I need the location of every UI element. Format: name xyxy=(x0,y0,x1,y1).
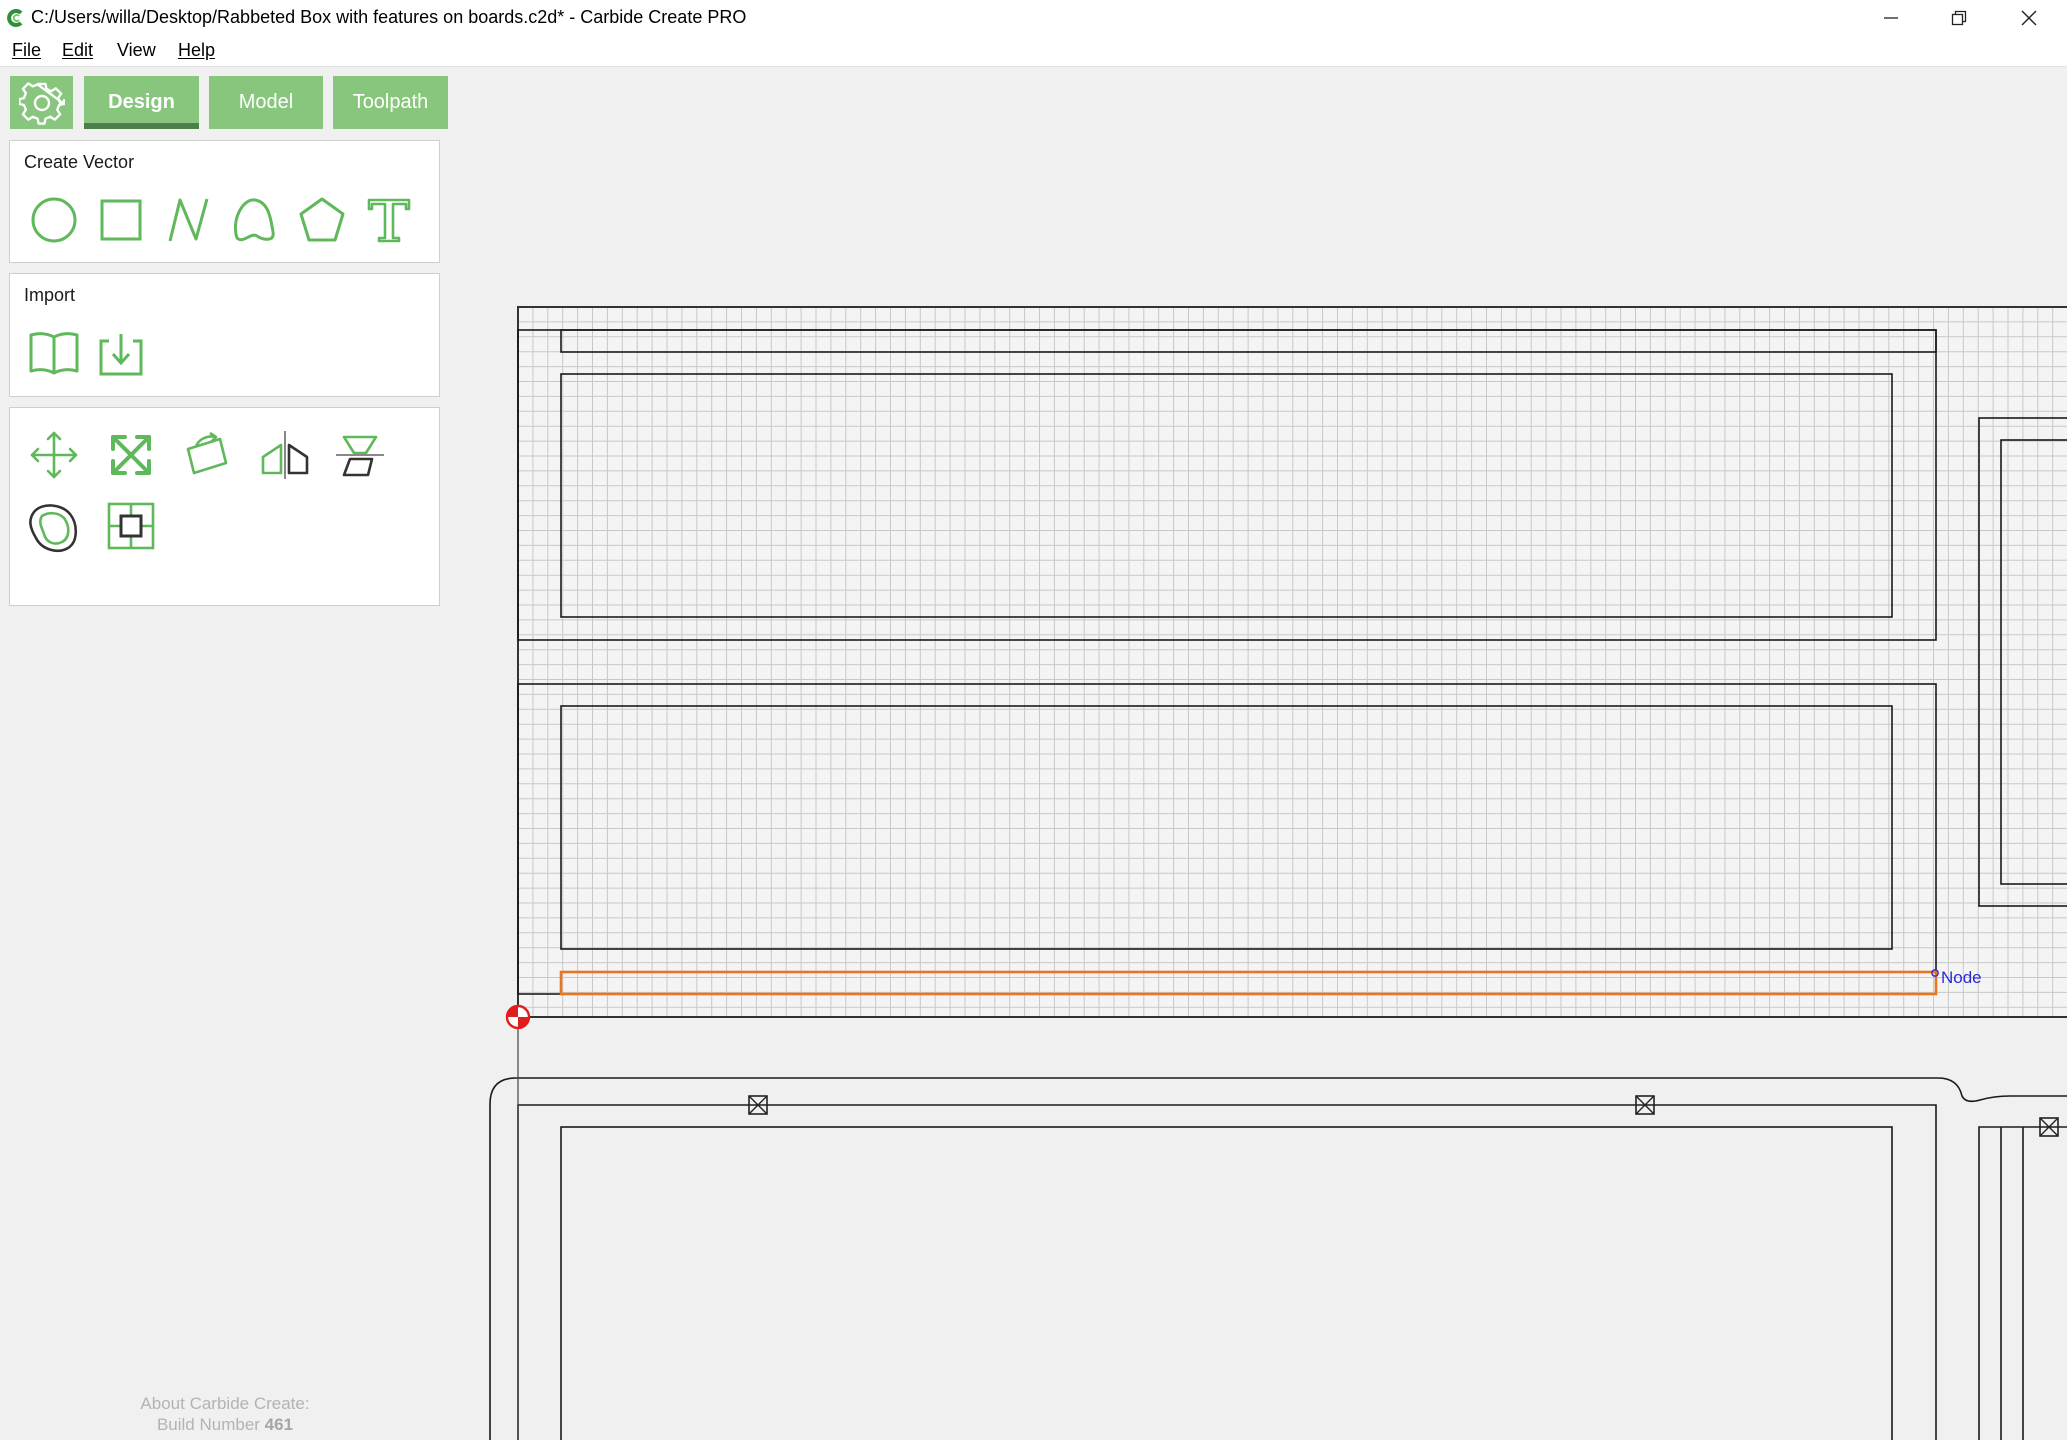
polygon-icon xyxy=(299,197,345,242)
offset-tool-button[interactable] xyxy=(26,498,82,554)
rotate-icon xyxy=(186,431,228,475)
move-icon xyxy=(30,431,78,479)
polygon-tool-button[interactable] xyxy=(294,192,350,248)
carbide-logo-icon xyxy=(7,9,23,27)
import-file-button[interactable] xyxy=(93,325,149,381)
restore-icon xyxy=(1951,10,1967,26)
move-tool-button[interactable] xyxy=(26,427,82,483)
import-file-icon xyxy=(99,334,143,376)
circle-icon xyxy=(31,197,77,243)
gear-icon xyxy=(18,81,65,125)
polyline-tool-button[interactable] xyxy=(160,192,216,248)
node-label: Node xyxy=(1941,968,1982,987)
polyline-icon xyxy=(168,198,209,242)
curve-tool-button[interactable] xyxy=(227,192,283,248)
build-number-line: Build Number 461 xyxy=(120,1414,330,1435)
close-icon xyxy=(2021,10,2037,26)
vector-board-bottom-panel[interactable] xyxy=(560,1126,1893,1440)
vector-board-bottom[interactable] xyxy=(517,1104,1937,1440)
import-panel: Import xyxy=(9,273,440,397)
menu-view[interactable]: View xyxy=(117,40,156,61)
title-bar: C:/Users/willa/Desktop/Rabbeted Box with… xyxy=(0,0,2067,36)
panel-title-create-vector: Create Vector xyxy=(24,152,135,172)
close-button[interactable] xyxy=(1996,0,2062,36)
menu-file[interactable]: File xyxy=(12,40,41,61)
build-label: Build Number xyxy=(156,1415,265,1434)
menu-edit[interactable]: Edit xyxy=(62,40,93,61)
align-icon xyxy=(336,435,384,477)
library-button[interactable] xyxy=(26,325,82,381)
tab-toolpath[interactable]: Toolpath xyxy=(333,76,448,129)
text-icon xyxy=(367,198,411,243)
restore-button[interactable] xyxy=(1926,0,1992,36)
build-number: 461 xyxy=(264,1415,294,1434)
rotate-tool-button[interactable] xyxy=(180,427,236,483)
vector-board-bottom-outline[interactable] xyxy=(489,1077,2067,1440)
scale-tool-button[interactable] xyxy=(103,427,159,483)
about-title: About Carbide Create: xyxy=(140,1394,310,1413)
offset-icon xyxy=(29,504,78,552)
curve-icon xyxy=(234,198,275,242)
rectangle-tool-button[interactable] xyxy=(93,192,149,248)
vector-board-bottom-right[interactable] xyxy=(1978,1126,2067,1440)
circle-tool-button[interactable] xyxy=(26,192,82,248)
mirror-tool-button[interactable] xyxy=(257,427,313,483)
rectangle-icon xyxy=(100,199,142,241)
text-tool-button[interactable] xyxy=(361,192,417,248)
create-vector-panel: Create Vector xyxy=(9,140,440,263)
active-tab-indicator xyxy=(84,123,199,129)
boolean-tool-button[interactable] xyxy=(103,498,159,554)
minimize-button[interactable] xyxy=(1858,0,1924,36)
boolean-icon xyxy=(107,502,155,550)
library-book-icon xyxy=(29,332,79,375)
settings-button[interactable] xyxy=(10,76,73,129)
panel-title-import: Import xyxy=(24,285,76,305)
about-info[interactable]: About Carbide Create: Build Number 461 xyxy=(120,1393,330,1435)
edit-tools-panel xyxy=(9,407,440,606)
align-tool-button[interactable] xyxy=(332,427,388,483)
scale-icon xyxy=(111,435,151,475)
tab-model[interactable]: Model xyxy=(209,76,323,129)
menu-bar: File Edit View Help xyxy=(0,36,2067,67)
menu-help[interactable]: Help xyxy=(178,40,215,61)
tab-design[interactable]: Design xyxy=(84,76,199,129)
window-title: C:/Users/willa/Desktop/Rabbeted Box with… xyxy=(31,7,747,27)
minimize-icon xyxy=(1884,17,1898,19)
mirror-icon xyxy=(261,431,309,479)
